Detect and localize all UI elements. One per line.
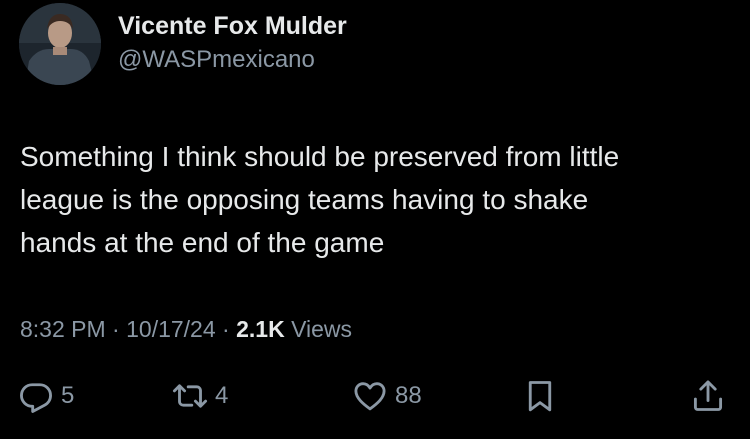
tweet-date[interactable]: 10/17/24 <box>126 316 216 342</box>
reply-button[interactable]: 5 <box>18 373 74 419</box>
retweet-icon <box>172 384 208 408</box>
share-button[interactable] <box>690 373 726 419</box>
reply-icon <box>20 383 52 413</box>
bookmark-icon <box>528 381 552 412</box>
meta-separator: · <box>112 316 120 342</box>
like-button[interactable]: 88 <box>352 373 422 419</box>
meta-separator: · <box>222 316 230 342</box>
avatar-image <box>19 3 101 85</box>
tweet-text-line: hands at the end of the game <box>20 227 385 258</box>
tweet-text: Something I think should be preserved fr… <box>20 135 730 264</box>
avatar[interactable] <box>19 3 101 85</box>
heart-icon <box>354 382 386 411</box>
author-display-name[interactable]: Vicente Fox Mulder <box>118 11 347 41</box>
tweet-time[interactable]: 8:32 PM <box>20 316 106 342</box>
reply-count: 5 <box>61 382 75 409</box>
tweet-meta: 8:32 PM · 10/17/24 · 2.1K Views <box>20 313 352 345</box>
tweet-text-line: Something I think should be preserved fr… <box>20 141 620 172</box>
tweet-text-line: league is the opposing teams having to s… <box>20 184 589 215</box>
action-bar: 5 4 88 <box>0 373 750 419</box>
like-count: 88 <box>395 382 422 409</box>
bookmark-button[interactable] <box>522 373 558 419</box>
views-count: 2.1K <box>236 316 285 342</box>
share-icon <box>693 380 723 411</box>
retweet-count: 4 <box>215 382 229 409</box>
author-handle[interactable]: @WASPmexicano <box>118 46 315 74</box>
retweet-button[interactable]: 4 <box>172 373 228 419</box>
views-label: Views <box>291 316 353 342</box>
